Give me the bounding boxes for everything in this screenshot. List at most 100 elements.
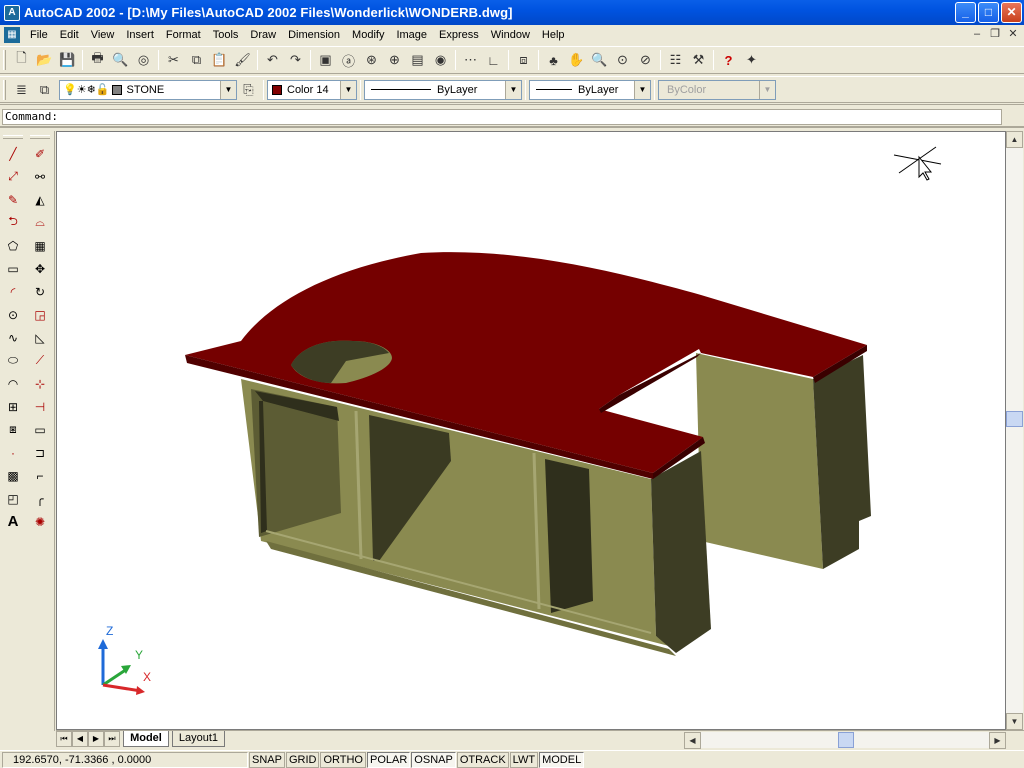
publish-icon[interactable]: ◎	[132, 49, 155, 71]
array-icon[interactable]: ▦	[27, 234, 53, 257]
lwt-toggle[interactable]: LWT	[509, 751, 539, 768]
3d-orbit-icon[interactable]: ♣	[542, 49, 565, 71]
menu-view[interactable]: View	[85, 26, 121, 44]
print-icon[interactable]: 🖶	[86, 49, 109, 71]
design-center-icon[interactable]: ◉	[429, 49, 452, 71]
break-at-point-icon[interactable]: ⊐	[27, 441, 53, 464]
snap-toggle[interactable]: SNAP	[249, 751, 285, 768]
text-icon[interactable]: A	[0, 510, 26, 533]
circle-icon[interactable]: ⊙	[0, 303, 26, 326]
meet-now-icon[interactable]: ⓐ	[337, 49, 360, 71]
zoom-window-icon[interactable]: ⊙	[611, 49, 634, 71]
menu-help[interactable]: Help	[536, 26, 571, 44]
ellipse-icon[interactable]: ⬭	[0, 349, 26, 372]
color-dropdown[interactable]: Color 14 ▼	[267, 79, 357, 100]
named-views-icon[interactable]: ⧈	[512, 49, 535, 71]
lengthen-icon[interactable]: ⟋	[27, 349, 53, 372]
maximize-button[interactable]: □	[978, 2, 999, 23]
menu-express[interactable]: Express	[433, 26, 485, 44]
print-preview-icon[interactable]: 🔍	[109, 49, 132, 71]
lineweight-dropdown[interactable]: ByLayer ▼	[529, 79, 651, 100]
layer-manager-icon[interactable]: ≣	[10, 79, 33, 101]
ortho-toggle[interactable]: ORTHO	[320, 751, 366, 768]
properties-icon[interactable]: ☷	[664, 49, 687, 71]
menu-window[interactable]: Window	[485, 26, 536, 44]
xref-icon[interactable]: ▤	[406, 49, 429, 71]
redo-icon[interactable]: ↷	[284, 49, 307, 71]
copy-icon[interactable]: ⧉	[185, 49, 208, 71]
spline-icon[interactable]: ∿	[0, 326, 26, 349]
hatch-icon[interactable]: ▩	[0, 464, 26, 487]
open-icon[interactable]: 📂	[33, 49, 56, 71]
ucs-icon[interactable]: ∟	[482, 49, 505, 71]
match-properties-icon[interactable]: 🖌	[231, 49, 254, 71]
model-space-viewport[interactable]: Z Y X	[56, 131, 1006, 730]
rotate-icon[interactable]: ↻	[27, 280, 53, 303]
menu-edit[interactable]: Edit	[54, 26, 85, 44]
tool-palette-icon[interactable]: ⚒	[687, 49, 710, 71]
first-tab-icon[interactable]: ⏮	[56, 731, 72, 747]
vertical-scrollbar[interactable]: ▲ ▼	[1006, 131, 1023, 730]
today-icon[interactable]: ▣	[314, 49, 337, 71]
chevron-down-icon[interactable]: ▼	[634, 80, 650, 99]
doc-close-button[interactable]: ✕	[1006, 27, 1020, 41]
save-icon[interactable]: 💾	[56, 49, 79, 71]
line-icon[interactable]: ╱	[0, 142, 26, 165]
tab-layout1[interactable]: Layout1	[171, 731, 226, 747]
trim-icon[interactable]: ⊹	[27, 372, 53, 395]
coordinate-display[interactable]: 192.6570, -71.3366 , 0.0000	[2, 751, 248, 768]
otrack-toggle[interactable]: OTRACK	[456, 751, 509, 768]
osnap-toggle[interactable]: OSNAP	[411, 751, 456, 768]
help-icon[interactable]: ?	[717, 49, 740, 71]
command-input[interactable]: Command:	[2, 109, 1002, 125]
chevron-down-icon[interactable]: ▼	[505, 80, 521, 99]
horizontal-scrollbar[interactable]: ◀ ▶	[684, 732, 1006, 749]
next-tab-icon[interactable]: ▶	[88, 731, 104, 747]
scroll-right-icon[interactable]: ▶	[989, 732, 1006, 749]
linetype-dropdown[interactable]: ByLayer ▼	[364, 79, 522, 100]
last-tab-icon[interactable]: ⏭	[104, 731, 120, 747]
cut-icon[interactable]: ✂	[162, 49, 185, 71]
explode-icon[interactable]: ✺	[27, 510, 53, 533]
distance-icon[interactable]: ⋯	[459, 49, 482, 71]
extend-icon[interactable]: ⊣	[27, 395, 53, 418]
new-icon[interactable]: 🗋	[10, 49, 33, 71]
ellipse-arc-icon[interactable]: ◠	[0, 372, 26, 395]
menu-dimension[interactable]: Dimension	[282, 26, 346, 44]
close-button[interactable]: ✕	[1001, 2, 1022, 23]
paste-icon[interactable]: 📋	[208, 49, 231, 71]
construction-line-icon[interactable]: ⤢	[0, 165, 26, 188]
point-icon[interactable]: ·	[0, 441, 26, 464]
plugin-icon[interactable]: ✦	[740, 49, 763, 71]
chevron-down-icon[interactable]: ▼	[340, 80, 356, 99]
layer-previous-icon[interactable]: ⎘	[237, 79, 260, 101]
minimize-button[interactable]: _	[955, 2, 976, 23]
break-icon[interactable]: ▭	[27, 418, 53, 441]
scale-icon[interactable]: ◲	[27, 303, 53, 326]
grid-toggle[interactable]: GRID	[285, 751, 320, 768]
scroll-up-icon[interactable]: ▲	[1006, 131, 1023, 148]
mirror-icon[interactable]: ◭	[27, 188, 53, 211]
offset-icon[interactable]: ⌓	[27, 211, 53, 234]
make-layer-current-icon[interactable]: ⧉	[33, 79, 56, 101]
region-icon[interactable]: ◰	[0, 487, 26, 510]
prev-tab-icon[interactable]: ◀	[72, 731, 88, 747]
copy-object-icon[interactable]: ⚯	[27, 165, 53, 188]
insert-block-icon[interactable]: ⊞	[0, 395, 26, 418]
arc-icon[interactable]: ◜	[0, 280, 26, 303]
menu-tools[interactable]: Tools	[207, 26, 245, 44]
web-icon[interactable]: ⊛	[360, 49, 383, 71]
make-block-icon[interactable]: ⧆	[0, 418, 26, 441]
layer-dropdown[interactable]: 💡 ☀ ❄ 🔓 STONE ▼	[59, 79, 237, 100]
polygon-icon[interactable]: ⬠	[0, 234, 26, 257]
erase-icon[interactable]: ✐	[27, 142, 53, 165]
autocad-logo-icon[interactable]: A	[4, 4, 20, 21]
menu-modify[interactable]: Modify	[346, 26, 390, 44]
globe-icon[interactable]: ⊕	[383, 49, 406, 71]
scroll-down-icon[interactable]: ▼	[1006, 713, 1023, 730]
toolbar-grip[interactable]	[3, 50, 6, 70]
polar-toggle[interactable]: POLAR	[367, 751, 411, 768]
menu-format[interactable]: Format	[160, 26, 207, 44]
polyline-icon[interactable]: ✎	[0, 188, 26, 211]
rectangle-icon[interactable]: ▭	[0, 257, 26, 280]
